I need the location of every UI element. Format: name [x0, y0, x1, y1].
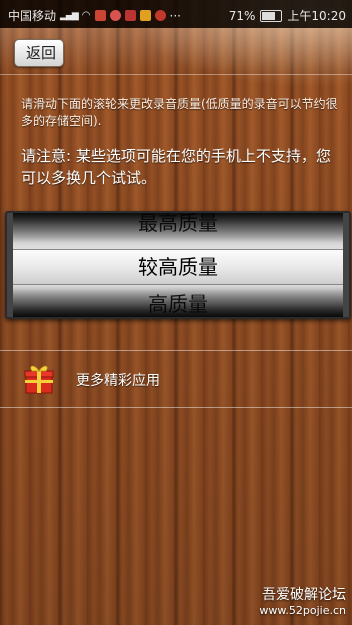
picker-option[interactable]: 高质量 [13, 291, 343, 317]
picker-drum: 最高质量 较高质量 高质量 [13, 213, 343, 317]
more-notifications-icon: ··· [169, 8, 181, 23]
picker-selected-option[interactable]: 较高质量 [13, 249, 343, 285]
quality-wheel-picker[interactable]: 最高质量 较高质量 高质量 [5, 211, 351, 319]
compatibility-notice: 请注意: 某些选项可能在您的手机上不支持，您可以多换几个试试。 [21, 147, 331, 187]
battery-icon [260, 9, 283, 22]
wifi-icon: ◠ [81, 10, 91, 21]
app-notification-icon [124, 10, 136, 21]
picker-option[interactable]: 最高质量 [13, 213, 343, 236]
clock: 上午10:20 [287, 9, 346, 23]
status-bar-left: 中国移动 ▂▄▆ ◠ ··· [8, 7, 181, 24]
status-bar-right: 71% 上午10:20 [229, 7, 346, 24]
watermark-url: www.52pojie.cn [259, 604, 346, 617]
back-button[interactable]: 返回 [14, 39, 64, 67]
app-notification-icon [94, 10, 106, 21]
back-button-label: 返回 [25, 44, 56, 62]
carrier-name: 中国移动 [8, 9, 57, 23]
watermark: 吾爱破解论坛 www.52pojie.cn [259, 584, 346, 617]
signal-icon: ▂▄▆ [60, 10, 79, 21]
app-notification-icon [109, 10, 121, 21]
gift-icon [24, 365, 54, 394]
quality-description: 请滑动下面的滚轮来更改录音质量(低质量的录音可以节约很多的存储空间). [21, 97, 338, 128]
app-notification-icon [154, 10, 166, 21]
more-apps-row[interactable]: 更多精彩应用 [0, 351, 352, 407]
watermark-site-name: 吾爱破解论坛 [262, 587, 346, 603]
divider [0, 407, 352, 408]
header-bar: 返回 [0, 28, 352, 75]
app-notification-icon [139, 10, 151, 21]
status-bar: 中国移动 ▂▄▆ ◠ ··· 71% 上午10:20 [0, 0, 352, 28]
more-apps-label: 更多精彩应用 [76, 373, 160, 389]
battery-percent: 71% [228, 8, 256, 23]
